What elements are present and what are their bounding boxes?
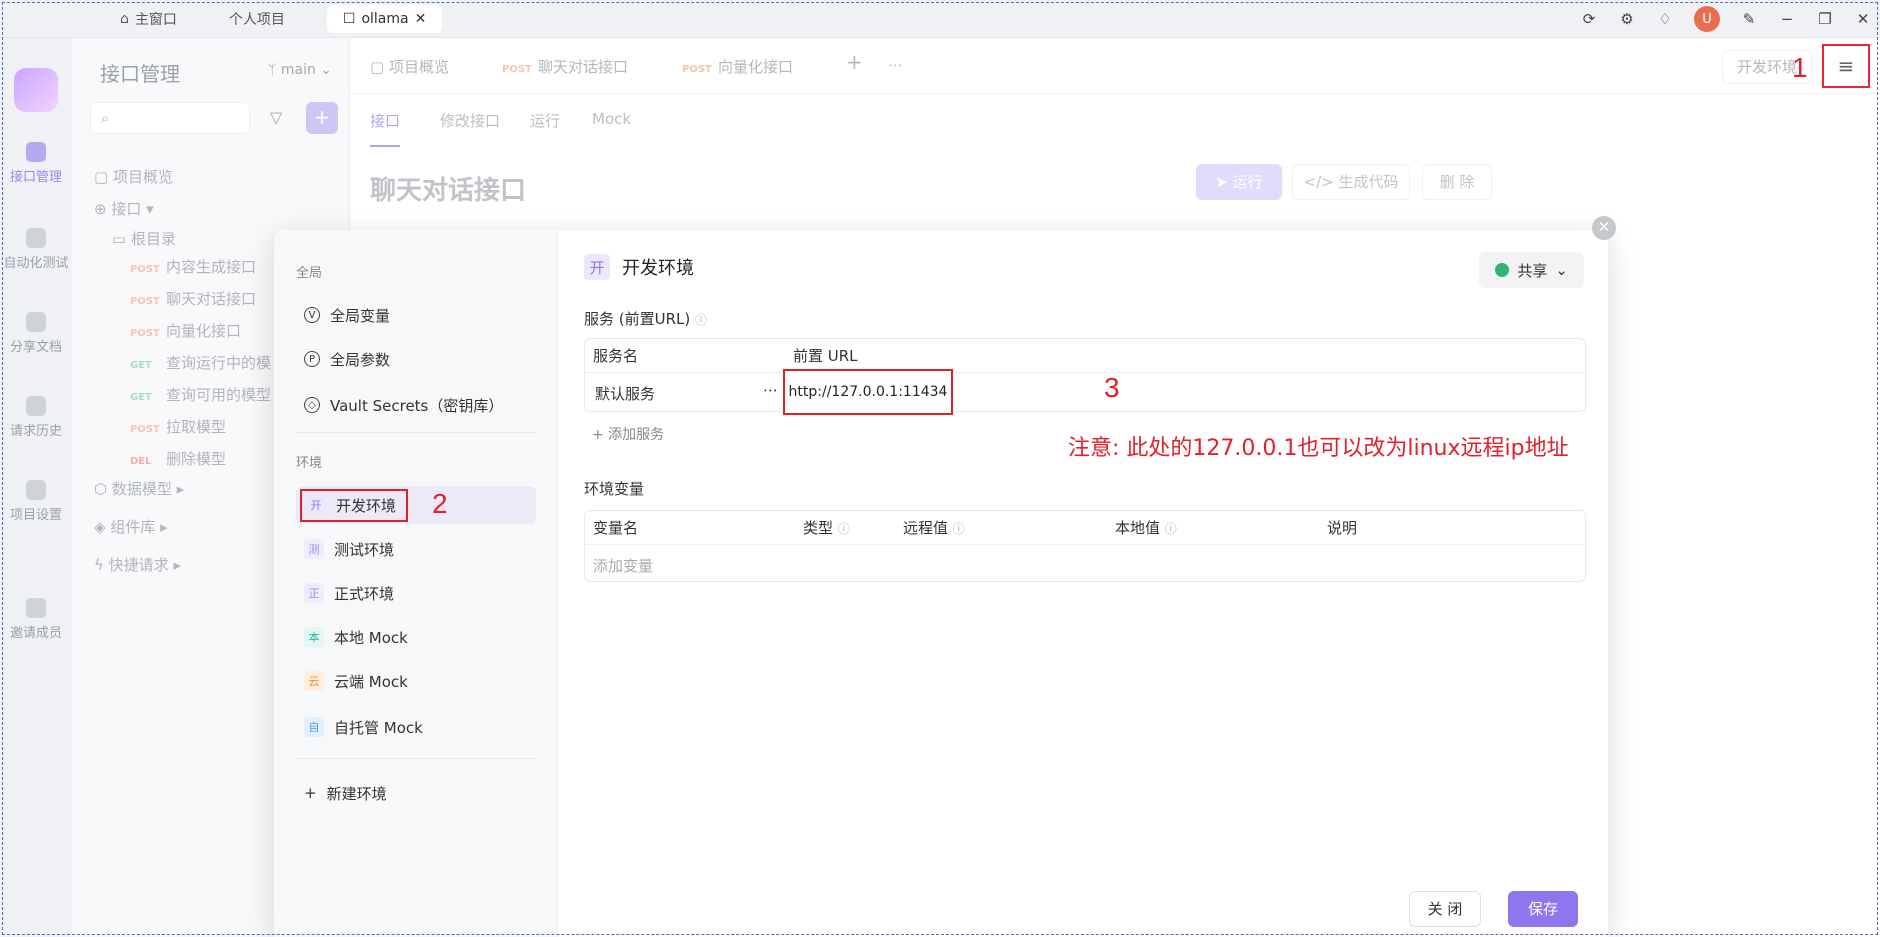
env-badge-icon: 开 bbox=[584, 254, 610, 280]
services-table: 服务名 前置 URL 默认服务 ⋯ http://127.0.0.1:11434 bbox=[584, 338, 1586, 415]
tab-home[interactable]: ⌂ 主窗口 bbox=[104, 5, 193, 33]
service-name[interactable]: 默认服务 bbox=[595, 383, 655, 404]
book-icon bbox=[26, 312, 46, 332]
variable-icon: V bbox=[304, 307, 320, 323]
divider bbox=[296, 758, 536, 759]
env-item-test[interactable]: 测测试环境 bbox=[296, 530, 536, 568]
rail-api-management[interactable]: 接口管理 bbox=[0, 142, 72, 185]
add-user-icon bbox=[26, 598, 46, 618]
global-variables-item[interactable]: V 全局变量 bbox=[296, 296, 536, 334]
rail-history[interactable]: 请求历史 bbox=[0, 396, 72, 439]
env-item-prod[interactable]: 正正式环境 bbox=[296, 574, 536, 612]
modal-close-icon[interactable]: ✕ bbox=[1592, 216, 1616, 240]
more-icon[interactable]: ⋯ bbox=[763, 381, 778, 399]
dev-env-highlight: 开 开发环境 bbox=[300, 488, 409, 522]
gear-icon bbox=[26, 480, 46, 500]
shield-icon: ◇ bbox=[304, 397, 320, 413]
chevron-down-icon: ⌄ bbox=[1555, 261, 1568, 279]
env-list-panel: 全局 V 全局变量 P 全局参数 ◇ Vault Secrets（密钥库） 环境 开 … bbox=[274, 230, 558, 937]
rail-settings[interactable]: 项目设置 bbox=[0, 480, 72, 523]
close-button[interactable]: 关 闭 bbox=[1409, 891, 1481, 927]
vault-secrets-item[interactable]: ◇ Vault Secrets（密钥库） bbox=[296, 386, 536, 424]
close-tab-icon[interactable]: ✕ bbox=[415, 11, 427, 27]
rail-docs[interactable]: 分享文档 bbox=[0, 312, 72, 355]
env-vars-table: 变量名 类型 ⓘ 远程值 ⓘ 本地值 ⓘ 说明 添加变量 bbox=[584, 510, 1586, 582]
avatar[interactable]: U bbox=[1694, 6, 1720, 32]
save-button[interactable]: 保存 bbox=[1508, 891, 1578, 927]
left-rail: 接口管理 自动化测试 分享文档 请求历史 项目设置 邀请成员 bbox=[0, 38, 72, 937]
bell-icon[interactable]: ♢ bbox=[1656, 10, 1674, 28]
restore-icon[interactable]: ❐ bbox=[1816, 10, 1834, 28]
global-params-item[interactable]: P 全局参数 bbox=[296, 340, 536, 378]
env-vars-label: 环境变量 bbox=[584, 480, 645, 498]
app-logo bbox=[14, 68, 58, 112]
env-item-dev[interactable]: 开 开发环境 bbox=[296, 486, 536, 524]
help-icon: ⓘ bbox=[952, 522, 965, 536]
table-header: 变量名 类型 ⓘ 远程值 ⓘ 本地值 ⓘ 说明 bbox=[585, 511, 1585, 545]
env-item-local-mock[interactable]: 本本地 Mock bbox=[296, 618, 536, 656]
menu-icon[interactable]: ≡ bbox=[1822, 44, 1870, 88]
env-detail-panel: 开 开发环境 共享 ⌄ 服务 (前置URL) ⓘ 服务名 前置 URL 默认服务 … bbox=[558, 230, 1608, 937]
env-section-label: 环境 bbox=[296, 456, 323, 471]
window-close-icon[interactable]: ✕ bbox=[1854, 10, 1872, 28]
note-annotation: 注意: 此处的127.0.0.1也可以改为linux远程ip地址 bbox=[1068, 436, 1569, 461]
env-badge-icon: 正 bbox=[304, 583, 324, 603]
pin-icon[interactable]: ✎ bbox=[1740, 10, 1758, 28]
help-icon: ⓘ bbox=[1164, 522, 1177, 536]
tab-personal-project[interactable]: 个人项目 bbox=[213, 5, 301, 33]
table-row: 默认服务 ⋯ bbox=[585, 373, 1585, 409]
plus-icon: + bbox=[304, 784, 317, 802]
home-icon: ⌂ bbox=[120, 10, 129, 27]
services-label: 服务 (前置URL) ⓘ bbox=[584, 310, 708, 328]
project-icon: ☐ bbox=[342, 10, 356, 27]
annotation-3: 3 bbox=[1104, 372, 1120, 403]
table-header: 服务名 前置 URL bbox=[585, 339, 1585, 373]
settings-icon[interactable]: ⚙ bbox=[1618, 10, 1636, 28]
clock-icon bbox=[26, 396, 46, 416]
env-badge-icon: 开 bbox=[306, 495, 326, 515]
rail-invite[interactable]: 邀请成员 bbox=[0, 598, 72, 641]
tab-ollama[interactable]: ☐ ollama ✕ bbox=[326, 4, 443, 33]
rail-automation[interactable]: 自动化测试 bbox=[0, 228, 72, 271]
env-badge-icon: 自 bbox=[304, 717, 324, 737]
divider bbox=[296, 432, 536, 433]
param-icon: P bbox=[304, 351, 320, 367]
automation-icon bbox=[26, 228, 46, 248]
new-env-button[interactable]: + 新建环境 bbox=[296, 774, 536, 812]
table-row: 添加变量 bbox=[585, 545, 1585, 581]
help-icon: ⓘ bbox=[695, 313, 708, 327]
env-item-self-hosted-mock[interactable]: 自自托管 Mock bbox=[296, 708, 536, 746]
sync-icon[interactable]: ⟳ bbox=[1580, 10, 1598, 28]
environment-modal: 全局 V 全局变量 P 全局参数 ◇ Vault Secrets（密钥库） 环境 开 … bbox=[274, 230, 1608, 937]
api-icon bbox=[26, 142, 46, 162]
env-item-cloud-mock[interactable]: 云云端 Mock bbox=[296, 662, 536, 700]
global-section-label: 全局 bbox=[296, 266, 323, 281]
help-icon: ⓘ bbox=[837, 522, 850, 536]
env-header: 开 开发环境 bbox=[584, 254, 694, 280]
env-badge-icon: 本 bbox=[304, 627, 324, 647]
prefix-url-input[interactable]: http://127.0.0.1:11434 bbox=[783, 369, 953, 415]
add-variable-input[interactable]: 添加变量 bbox=[593, 555, 653, 576]
globe-icon bbox=[1495, 263, 1510, 277]
annotation-1: 1 bbox=[1792, 52, 1808, 83]
env-title: 开发环境 bbox=[622, 258, 694, 279]
share-button[interactable]: 共享 ⌄ bbox=[1479, 252, 1584, 288]
annotation-2: 2 bbox=[432, 488, 448, 519]
env-badge-icon: 云 bbox=[304, 671, 324, 691]
add-service-button[interactable]: + 添加服务 bbox=[592, 424, 664, 444]
title-bar: ⌂ 主窗口 个人项目 ☐ ollama ✕ ⟳ ⚙ ♢ U ✎ − ❐ ✕ bbox=[0, 0, 1880, 38]
env-badge-icon: 测 bbox=[304, 539, 324, 559]
minimize-icon[interactable]: − bbox=[1778, 10, 1796, 28]
